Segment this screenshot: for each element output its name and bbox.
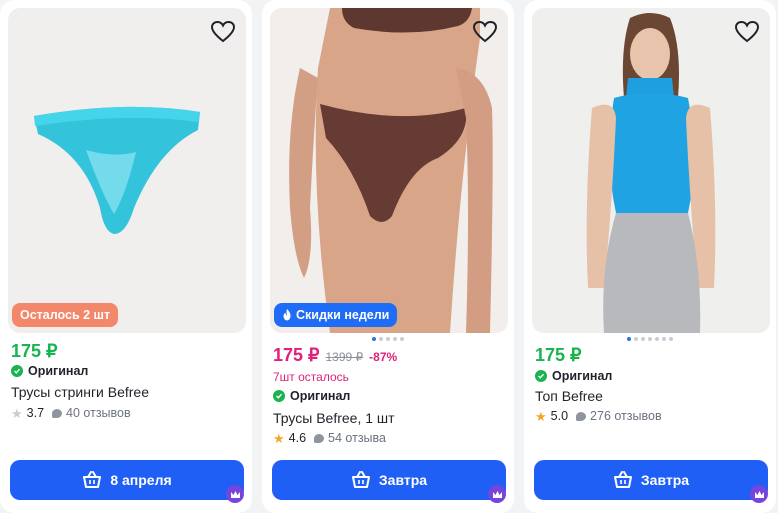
image-pagination[interactable] <box>262 337 514 341</box>
price: 175 ₽ <box>11 341 58 361</box>
rating[interactable]: ★ 5.0 276 отзывов <box>535 409 662 423</box>
add-to-cart-button[interactable]: 8 апреля <box>10 460 244 500</box>
star-icon: ★ <box>11 405 23 421</box>
check-icon <box>535 370 547 382</box>
discount: -87% <box>369 350 398 364</box>
rating-value: 3.7 <box>26 406 45 420</box>
product-title[interactable]: Трусы Befree, 1 шт <box>273 410 395 426</box>
product-image[interactable] <box>532 8 770 333</box>
review-bubble-icon <box>576 411 587 421</box>
product-title[interactable]: Топ Befree <box>535 388 603 404</box>
delivery-date: Завтра <box>378 472 428 488</box>
add-to-cart-button[interactable]: Завтра <box>534 460 768 500</box>
delivery-date: 8 апреля <box>110 472 172 488</box>
model-photo <box>532 8 770 333</box>
add-to-cart-button[interactable]: Завтра <box>272 460 506 500</box>
image-pagination[interactable] <box>524 337 776 341</box>
weekly-sale-badge: Скидки недели <box>274 303 398 327</box>
flame-icon <box>283 309 291 321</box>
original-text: Оригинал <box>28 364 89 378</box>
check-icon <box>273 390 285 402</box>
star-icon: ★ <box>535 408 547 424</box>
reviews-count: 54 отзыва <box>328 431 386 445</box>
rating[interactable]: ★ 3.7 40 отзывов <box>11 406 131 420</box>
heart-icon[interactable] <box>734 20 760 44</box>
reviews-count: 276 отзывов <box>590 409 662 423</box>
basket-icon <box>351 471 370 488</box>
product-image[interactable]: Скидки недели <box>270 8 508 333</box>
delivery-date: Завтра <box>640 472 690 488</box>
check-icon <box>11 365 23 377</box>
reviews-count: 40 отзывов <box>66 406 131 420</box>
old-price: 1399 ₽ <box>325 350 364 364</box>
stock-left: 7шт осталось <box>273 370 349 384</box>
weekly-sale-label: Скидки недели <box>296 308 390 322</box>
product-grid: Осталось 2 шт 175 ₽ Оригинал Трусы стрин… <box>0 0 778 513</box>
stock-badge-label: Осталось 2 шт <box>20 308 111 322</box>
heart-icon[interactable] <box>210 20 236 44</box>
original-text: Оригинал <box>290 389 351 403</box>
original-text: Оригинал <box>552 369 613 383</box>
heart-icon[interactable] <box>472 20 498 44</box>
review-bubble-icon <box>52 408 63 418</box>
review-bubble-icon <box>314 433 325 443</box>
original-label: Оригинал <box>11 364 88 378</box>
product-title[interactable]: Трусы стринги Befree <box>11 384 149 400</box>
price: 175 ₽ <box>535 345 582 365</box>
product-card[interactable]: Скидки недели 175 ₽ 1399 ₽ -87% 7шт оста… <box>262 0 514 513</box>
crown-icon <box>488 485 506 503</box>
price: 175 ₽ <box>273 345 320 365</box>
rating-value: 4.6 <box>288 431 307 445</box>
product-card[interactable]: 175 ₽ Оригинал Топ Befree ★ 5.0 276 отзы… <box>524 0 776 513</box>
stock-badge: Осталось 2 шт <box>12 303 119 327</box>
rating-value: 5.0 <box>550 409 569 423</box>
original-label: Оригинал <box>535 369 612 383</box>
basket-icon <box>613 471 632 488</box>
model-photo <box>270 8 508 333</box>
basket-icon <box>83 471 102 488</box>
product-card[interactable]: Осталось 2 шт 175 ₽ Оригинал Трусы стрин… <box>0 0 252 513</box>
thong-image <box>34 106 200 234</box>
star-icon: ★ <box>273 430 285 446</box>
product-image[interactable]: Осталось 2 шт <box>8 8 246 333</box>
crown-icon <box>226 485 244 503</box>
rating[interactable]: ★ 4.6 54 отзыва <box>273 431 386 445</box>
crown-icon <box>750 485 768 503</box>
original-label: Оригинал <box>273 389 350 403</box>
